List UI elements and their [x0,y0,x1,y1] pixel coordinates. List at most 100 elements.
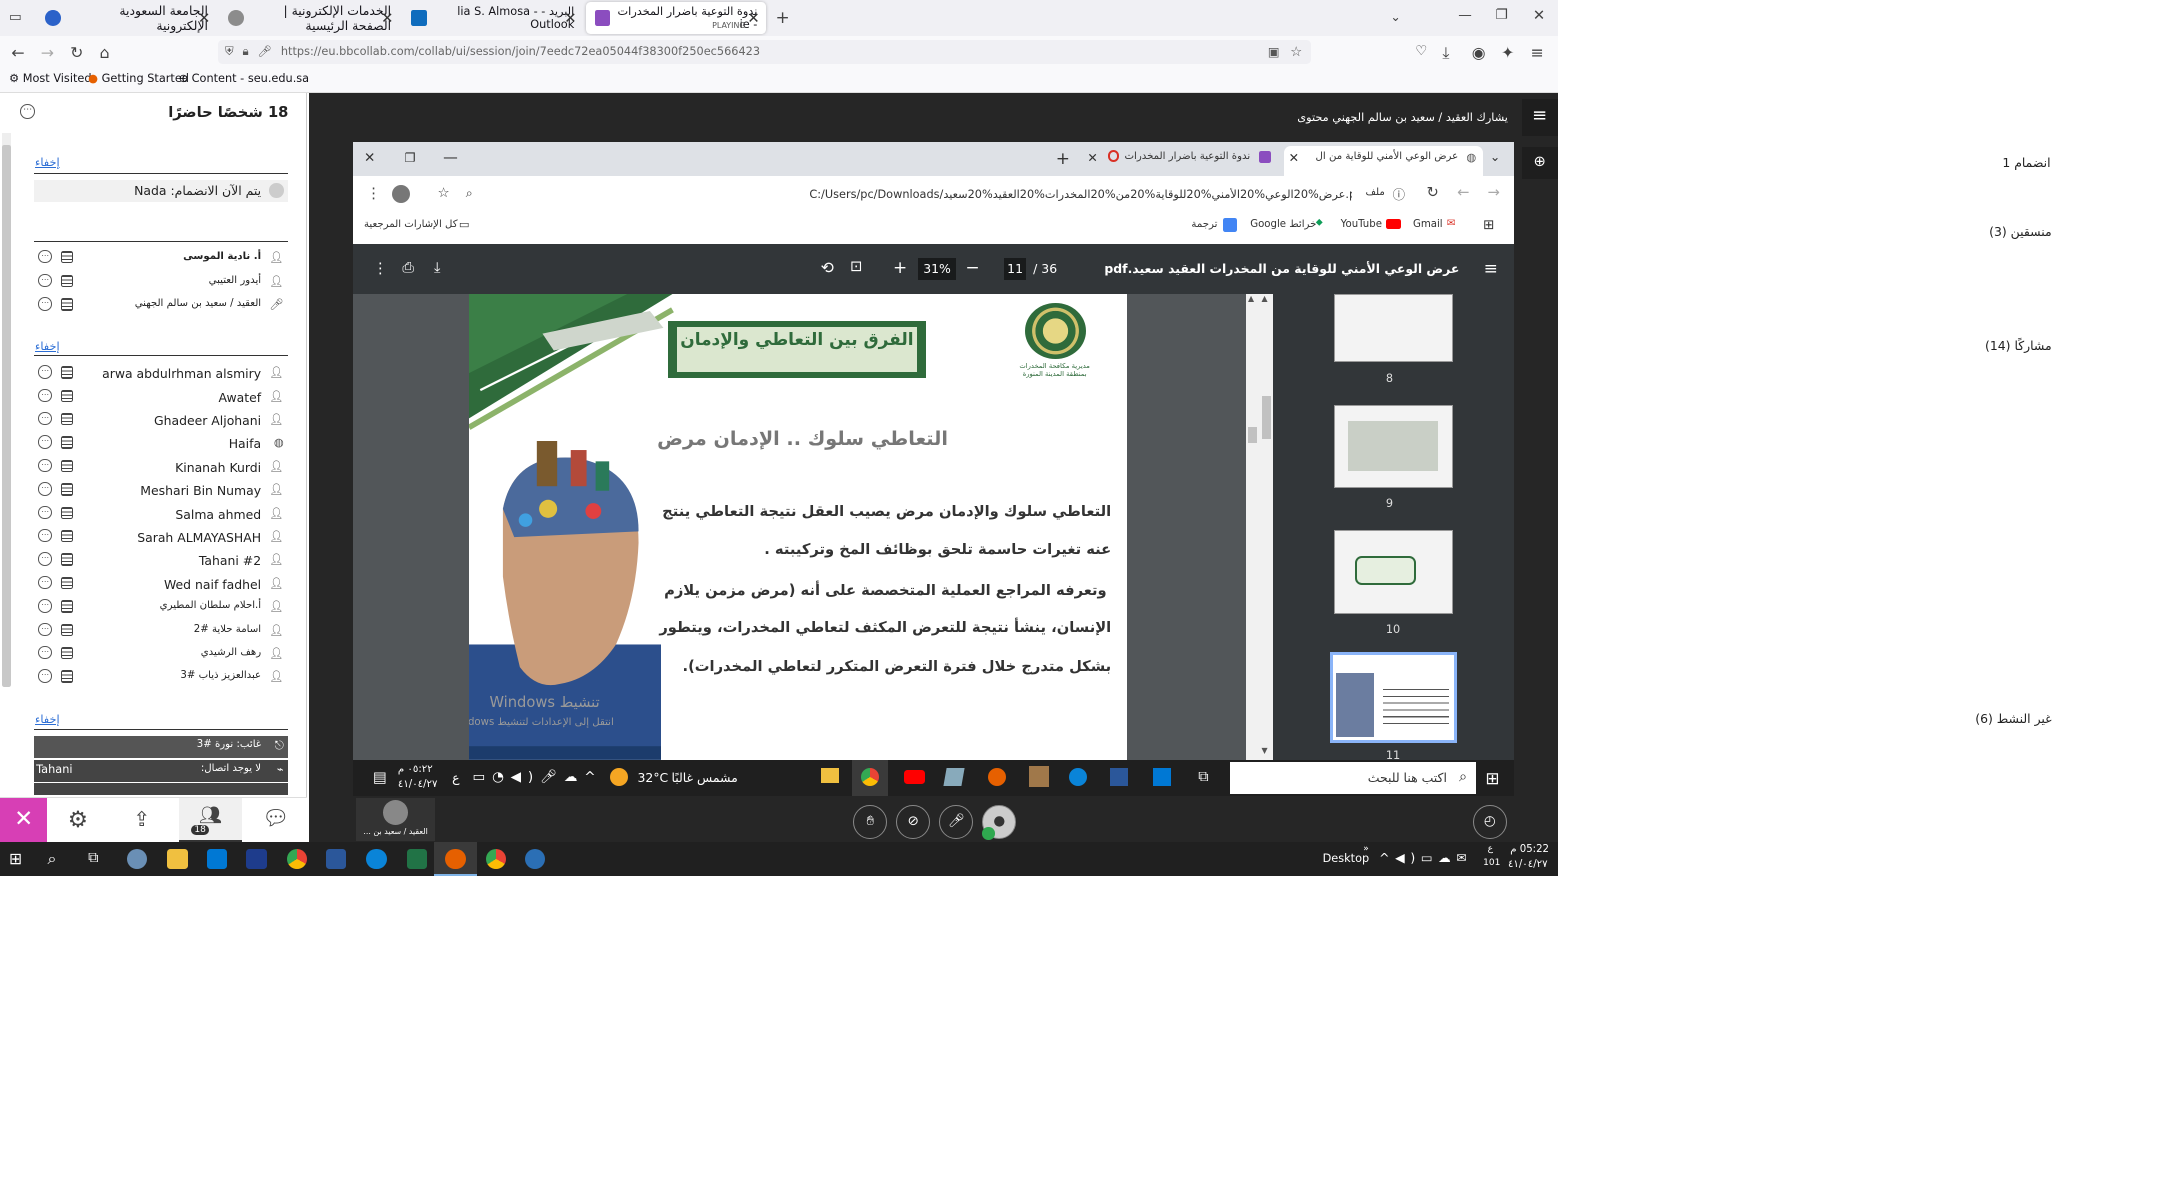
close-icon[interactable]: ✕ [564,10,576,27]
hide-inactive-link[interactable]: إخفاء [35,713,60,726]
app-icon[interactable] [246,848,267,870]
minimize-icon[interactable]: — [1458,7,1472,23]
more-options-icon[interactable]: ⋯ [38,669,52,683]
more-options-icon[interactable]: ⋯ [38,528,52,543]
tab-seu[interactable]: الجامعة السعودية الإلكترونية ✕ [36,2,217,34]
participant-row[interactable]: ⋯ Kinanah Kurdi 👤︎ [34,456,288,479]
more-options-icon[interactable]: ⋯ [38,249,52,264]
participant-row[interactable]: ⋯ Wed naif fadhel 👤︎ [34,573,288,596]
activity-icon[interactable]: ◴ [1472,804,1507,839]
participant-row[interactable]: ⋯ اسامة حلاية #2 👤︎ [34,620,288,643]
word-icon[interactable] [325,848,346,870]
chat-icon[interactable]: 💬︎ [262,806,289,831]
raise-hand-icon[interactable]: ✋︎ [853,804,888,839]
tab-eservices[interactable]: الخدمات الإلكترونية | الصفحة الرئيسية ✕ [219,2,400,34]
menu-icon[interactable]: ≡ [1531,43,1544,62]
restore-icon[interactable]: ❐ [1496,7,1508,23]
tab-outlook[interactable]: البريد - lia S. Almosa - Outlook ✕ [402,2,583,34]
bookmark-most-visited[interactable]: ⚙ Most Visited [9,72,91,85]
more-options-icon[interactable]: ⋯ [38,297,52,311]
excel-icon[interactable] [406,848,428,870]
share-content-icon[interactable]: ⇪ [133,807,150,831]
back-icon[interactable]: ← [11,43,24,62]
participant-row[interactable]: ⋯ arwa abdulrhman alsmiry 👤︎ [34,363,288,386]
tab-list-icon[interactable]: ▭ [9,9,22,25]
pocket-icon[interactable]: ♡ [1415,43,1427,59]
participant-row[interactable]: ⋯ Awatef 👤︎ [34,386,288,409]
url-bar[interactable]: ⛨ 🔒︎ 🎤︎ https://eu.bbcollab.com/collab/u… [218,39,1312,65]
picture-icon[interactable]: ▣ [1268,44,1280,59]
microphone-off-icon[interactable]: 🎤︎ [939,804,974,839]
chevron-down-icon[interactable]: ⌄ [1390,9,1400,24]
bookmark-getting-started[interactable]: ● Getting Started [88,72,189,85]
participant-row[interactable]: ⋯ Salma ahmed 👤︎ [34,503,288,526]
extensions-icon[interactable]: ✦ [1501,43,1514,62]
presenter-row[interactable]: ⋯ أيدور العتيبي 👤︎ [34,271,288,294]
clock-time[interactable]: 05:22 م [1510,844,1549,855]
close-window-icon[interactable]: ✕ [1533,7,1545,24]
more-options-icon[interactable]: ⋯ [38,435,52,449]
participant-row[interactable]: ⋯ Meshari Bin Numay 👤︎ [34,480,288,503]
hide-participants-link[interactable]: إخفاء [35,340,60,353]
more-options-icon[interactable]: ⋯ [38,273,52,288]
desktop-label[interactable]: Desktop [1323,852,1370,865]
chrome-icon[interactable] [287,848,308,870]
more-options-icon[interactable]: ⋯ [38,645,52,660]
tray-icons[interactable]: ^◀)▭☁︎✉ [1379,850,1472,865]
tray-lang[interactable]: ع [1488,844,1493,854]
chrome-icon[interactable] [486,848,507,870]
bookmark-content[interactable]: ⊕ Content - seu.edu.sa [179,72,310,85]
participant-row[interactable]: ⋯ رهف الرشيدي 👤︎ [34,644,288,667]
more-options-icon[interactable]: ⋯ [38,458,52,473]
close-panel-icon[interactable]: ✕ [0,797,48,844]
firefox-taskbar-active[interactable] [434,842,478,877]
task-view-icon[interactable]: ⧉ [88,849,108,869]
presenter-row[interactable]: ⋯ العقيد / سعيد بن سالم الجهني 🎤︎ [34,295,288,318]
windows-start-icon[interactable]: ⊞ [9,849,29,869]
zoom-view-icon[interactable]: ⊕ [1521,146,1558,179]
new-tab-icon[interactable]: + [775,7,789,27]
participant-row[interactable]: ⋯ عبدالعزيز ذياب #3 👤︎ [34,667,288,690]
store-icon[interactable] [206,848,228,870]
participant-row[interactable]: ⋯ Haifa ◍ [34,433,288,456]
more-options-icon[interactable]: ⋯ [38,411,52,426]
attendees-tab[interactable]: 👥︎ 18 [178,797,242,844]
close-icon[interactable]: ✕ [198,10,210,27]
close-icon[interactable]: ✕ [381,10,393,27]
hide-joined-link[interactable]: إخفاء [35,156,60,169]
more-options-icon[interactable]: ⋯ [38,599,52,613]
download-icon[interactable]: ⤓ [1442,43,1449,63]
presenter-row[interactable]: ⋯ أ. نادية الموسى 👤︎ [34,248,288,271]
participant-row[interactable]: ⋯ Sarah ALMAYASHAH 👤︎ [34,527,288,550]
forward-icon[interactable]: → [41,43,54,62]
webex-icon[interactable] [524,848,545,870]
participant-name: Tahani #2 [198,553,262,569]
file-explorer-icon[interactable] [167,848,188,870]
search-icon[interactable]: ⌕ [47,849,67,869]
home-icon[interactable]: ⌂ [99,43,109,62]
account-icon[interactable]: ◉ [1472,43,1486,62]
more-options-icon[interactable]: ⋯ [38,622,52,637]
tab-collab[interactable]: ندوة التوعية باضرار المخدرات - ie PLAYIN… [585,2,767,34]
reload-icon[interactable]: ↻ [70,43,83,62]
settings-icon[interactable]: ⚙ [68,807,88,833]
participant-row[interactable]: ⋯ Tahani #2 👤︎ [34,550,288,573]
more-options-icon[interactable]: ⋯ [20,103,36,119]
participant-row[interactable]: ⋯ أ.احلام سلطان المطيري 👤︎ [34,597,288,620]
participant-row[interactable]: ⋯ Ghadeer Aljohani 👤︎ [34,410,288,433]
scrollbar[interactable] [2,133,12,688]
more-options-icon[interactable]: ⋯ [38,505,52,520]
more-options-icon[interactable]: ⋯ [38,552,52,566]
star-icon[interactable]: ☆ [1290,44,1302,60]
camera-off-icon[interactable]: ⊘ [896,804,931,839]
more-options-icon[interactable]: ⋯ [38,482,52,496]
more-options-icon[interactable]: ⋯ [38,575,52,590]
chrome-icon [861,767,880,786]
app-icon[interactable] [126,848,147,870]
edge-icon[interactable] [366,848,387,870]
more-options-icon[interactable]: ⋯ [38,388,52,403]
more-options-icon[interactable]: ⋯ [38,365,52,379]
url-text: https://eu.bbcollab.com/collab/ui/sessio… [280,45,761,59]
collab-menu-icon[interactable]: ≡ [1521,99,1558,136]
close-icon[interactable]: ✕ [747,10,759,27]
